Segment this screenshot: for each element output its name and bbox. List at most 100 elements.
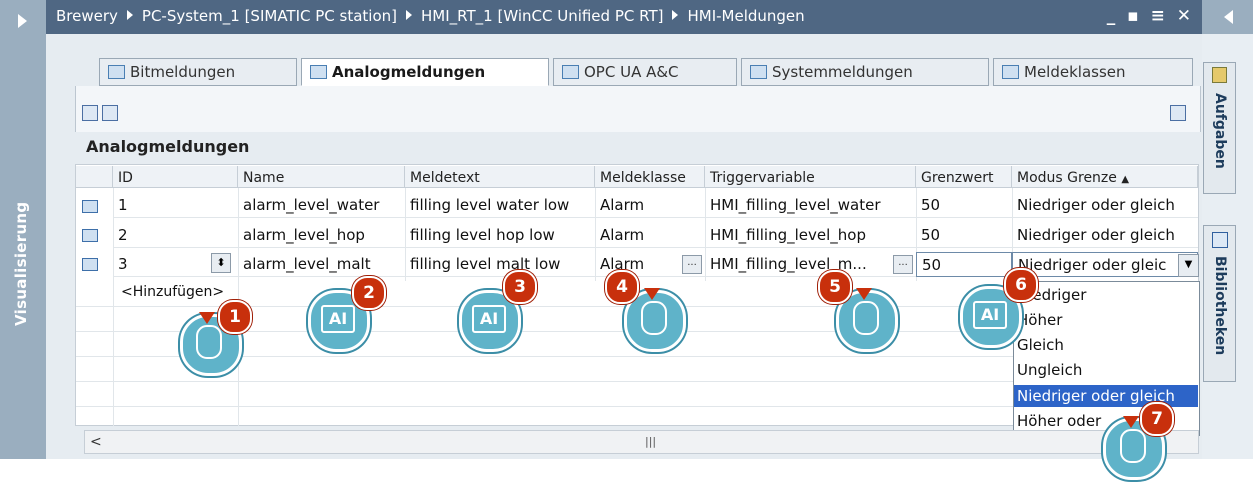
ellipsis-button-triggervariable[interactable]: ... (893, 255, 913, 274)
callout-badge: 5 (818, 270, 852, 304)
callout-badge: 4 (605, 270, 639, 304)
breadcrumb-item[interactable]: HMI-Meldungen (687, 7, 804, 25)
export-icon[interactable] (82, 105, 98, 121)
text-input-icon: AI (321, 305, 355, 333)
aufgaben-label: Aufgaben (1212, 93, 1228, 169)
tab-bibliotheken[interactable]: Bibliotheken (1203, 225, 1236, 382)
cell-triggervariable[interactable]: HMI_filling_level_hop (705, 223, 916, 248)
sort-ascending-icon: ▲ (1121, 174, 1130, 185)
callout-badge: 3 (503, 270, 537, 304)
callout-badge: 7 (1140, 402, 1174, 436)
tab-aufgaben[interactable]: Aufgaben (1203, 62, 1236, 194)
editor-titlebar: Brewery PC-System_1 [SIMATIC PC station] H… (46, 0, 1202, 34)
visualisierung-label: Visualisierung (12, 201, 30, 326)
scroll-left-icon[interactable]: < (90, 434, 102, 450)
breadcrumb-item[interactable]: HMI_RT_1 [WinCC Unified PC RT] (421, 7, 663, 25)
modus-grenze-select[interactable]: Niedriger oder gleic (1012, 252, 1198, 277)
breadcrumb-separator-icon (406, 10, 413, 20)
mouse-icon (196, 325, 222, 359)
bibliotheken-label: Bibliotheken (1212, 256, 1228, 356)
cell-id[interactable]: 1 (113, 193, 238, 218)
mouse-icon (641, 301, 667, 335)
section-title: Analogmeldungen (86, 137, 250, 156)
callout-badge: 6 (1004, 268, 1038, 302)
tab-analogmeldungen[interactable]: Analogmeldungen (301, 58, 549, 86)
settings-icon[interactable] (1170, 105, 1186, 121)
tab-meldeklassen[interactable]: Meldeklassen (993, 58, 1193, 86)
cell-name[interactable]: alarm_level_hop (238, 223, 405, 248)
analog-alarm-row-icon (82, 229, 98, 242)
horizontal-scrollbar[interactable] (84, 430, 1199, 454)
stepper-icon[interactable]: ⬍ (211, 253, 231, 273)
expand-arrow-icon[interactable] (18, 14, 27, 28)
column-header-meldetext[interactable]: Meldetext (405, 166, 595, 188)
tab-label: Bitmeldungen (130, 63, 236, 81)
opc-icon (562, 65, 579, 79)
cell-meldetext[interactable]: filling level malt low (405, 252, 595, 277)
cell-meldeklasse[interactable]: Alarm (595, 193, 705, 218)
right-rail-header (1202, 0, 1253, 34)
collapse-arrow-icon[interactable] (1224, 10, 1233, 24)
library-icon (1212, 232, 1228, 248)
breadcrumb-item[interactable]: Brewery (56, 7, 118, 25)
column-header-grenzwert[interactable]: Grenzwert (916, 166, 1012, 188)
cell-meldeklasse[interactable]: Alarm (595, 223, 705, 248)
breadcrumb: Brewery PC-System_1 [SIMATIC PC station] H… (56, 7, 805, 25)
dropdown-option[interactable]: Gleich (1017, 336, 1064, 354)
cell-grenzwert[interactable]: 50 (916, 193, 1012, 218)
cell-grenzwert[interactable]: 50 (916, 223, 1012, 248)
toolbar (75, 86, 1201, 132)
window-controls[interactable]: _ ▪ ≡ ✕ (1107, 6, 1194, 26)
tab-label: Analogmeldungen (332, 63, 486, 81)
tab-label: Meldeklassen (1024, 63, 1126, 81)
cursor-pointer-icon (644, 288, 660, 300)
mouse-icon (1120, 429, 1146, 463)
dropdown-option[interactable]: Höher (1017, 311, 1062, 329)
column-header-id[interactable]: ID (113, 166, 238, 188)
column-header-name[interactable]: Name (238, 166, 405, 188)
system-alarm-icon (750, 65, 767, 79)
bit-alarm-icon (108, 65, 125, 79)
tab-label: OPC UA A&C (584, 63, 679, 81)
header-label: Modus Grenze (1017, 170, 1117, 186)
column-header-meldeklasse[interactable]: Meldeklasse (595, 166, 705, 188)
tab-opc-ua-ac[interactable]: OPC UA A&C (553, 58, 737, 86)
cursor-pointer-icon (1123, 416, 1139, 428)
cell-modus-grenze[interactable]: Niedriger oder gleich (1012, 193, 1198, 218)
breadcrumb-item[interactable]: PC-System_1 [SIMATIC PC station] (142, 7, 397, 25)
tab-bitmeldungen[interactable]: Bitmeldungen (99, 58, 297, 86)
callout-badge: 1 (218, 300, 252, 334)
analog-alarm-row-icon (82, 200, 98, 213)
cell-grenzwert-edit[interactable]: 50 (916, 252, 1012, 277)
left-rail-visualisierung[interactable]: Visualisierung (0, 0, 46, 459)
text-input-icon: AI (973, 301, 1007, 329)
dropdown-option[interactable]: Ungleich (1017, 361, 1082, 379)
import-icon[interactable] (102, 105, 118, 121)
cell-meldetext[interactable]: filling level hop low (405, 223, 595, 248)
analog-alarm-row-icon (82, 258, 98, 271)
cell-id[interactable]: 2 (113, 223, 238, 248)
cursor-pointer-icon (856, 288, 872, 300)
header-row-selector (76, 166, 113, 188)
cell-meldetext[interactable]: filling level water low (405, 193, 595, 218)
dropdown-arrow-icon[interactable]: ▼ (1178, 254, 1199, 277)
tab-label: Systemmeldungen (772, 63, 913, 81)
cell-name[interactable]: alarm_level_water (238, 193, 405, 218)
cell-triggervariable[interactable]: HMI_filling_level_water (705, 193, 916, 218)
tasks-icon (1212, 67, 1227, 83)
ellipsis-button-meldeklasse[interactable]: ... (682, 255, 702, 274)
column-header-triggervariable[interactable]: Triggervariable (705, 166, 916, 188)
cell-triggervariable[interactable]: HMI_filling_level_m... (705, 252, 916, 277)
breadcrumb-separator-icon (126, 10, 133, 20)
breadcrumb-separator-icon (672, 10, 679, 20)
mouse-icon (853, 301, 879, 335)
cell-name[interactable]: alarm_level_malt (238, 252, 405, 277)
add-row-link[interactable]: <Hinzufügen> (116, 281, 236, 306)
text-input-icon: AI (472, 305, 506, 333)
scroll-thumb-grip[interactable]: ||| (645, 435, 656, 448)
cursor-pointer-icon (199, 312, 215, 324)
dropdown-option[interactable]: Höher oder (1017, 412, 1101, 430)
column-header-modus-grenze[interactable]: Modus Grenze ▲ (1012, 166, 1198, 188)
tab-systemmeldungen[interactable]: Systemmeldungen (741, 58, 989, 86)
cell-modus-grenze[interactable]: Niedriger oder gleich (1012, 223, 1198, 248)
